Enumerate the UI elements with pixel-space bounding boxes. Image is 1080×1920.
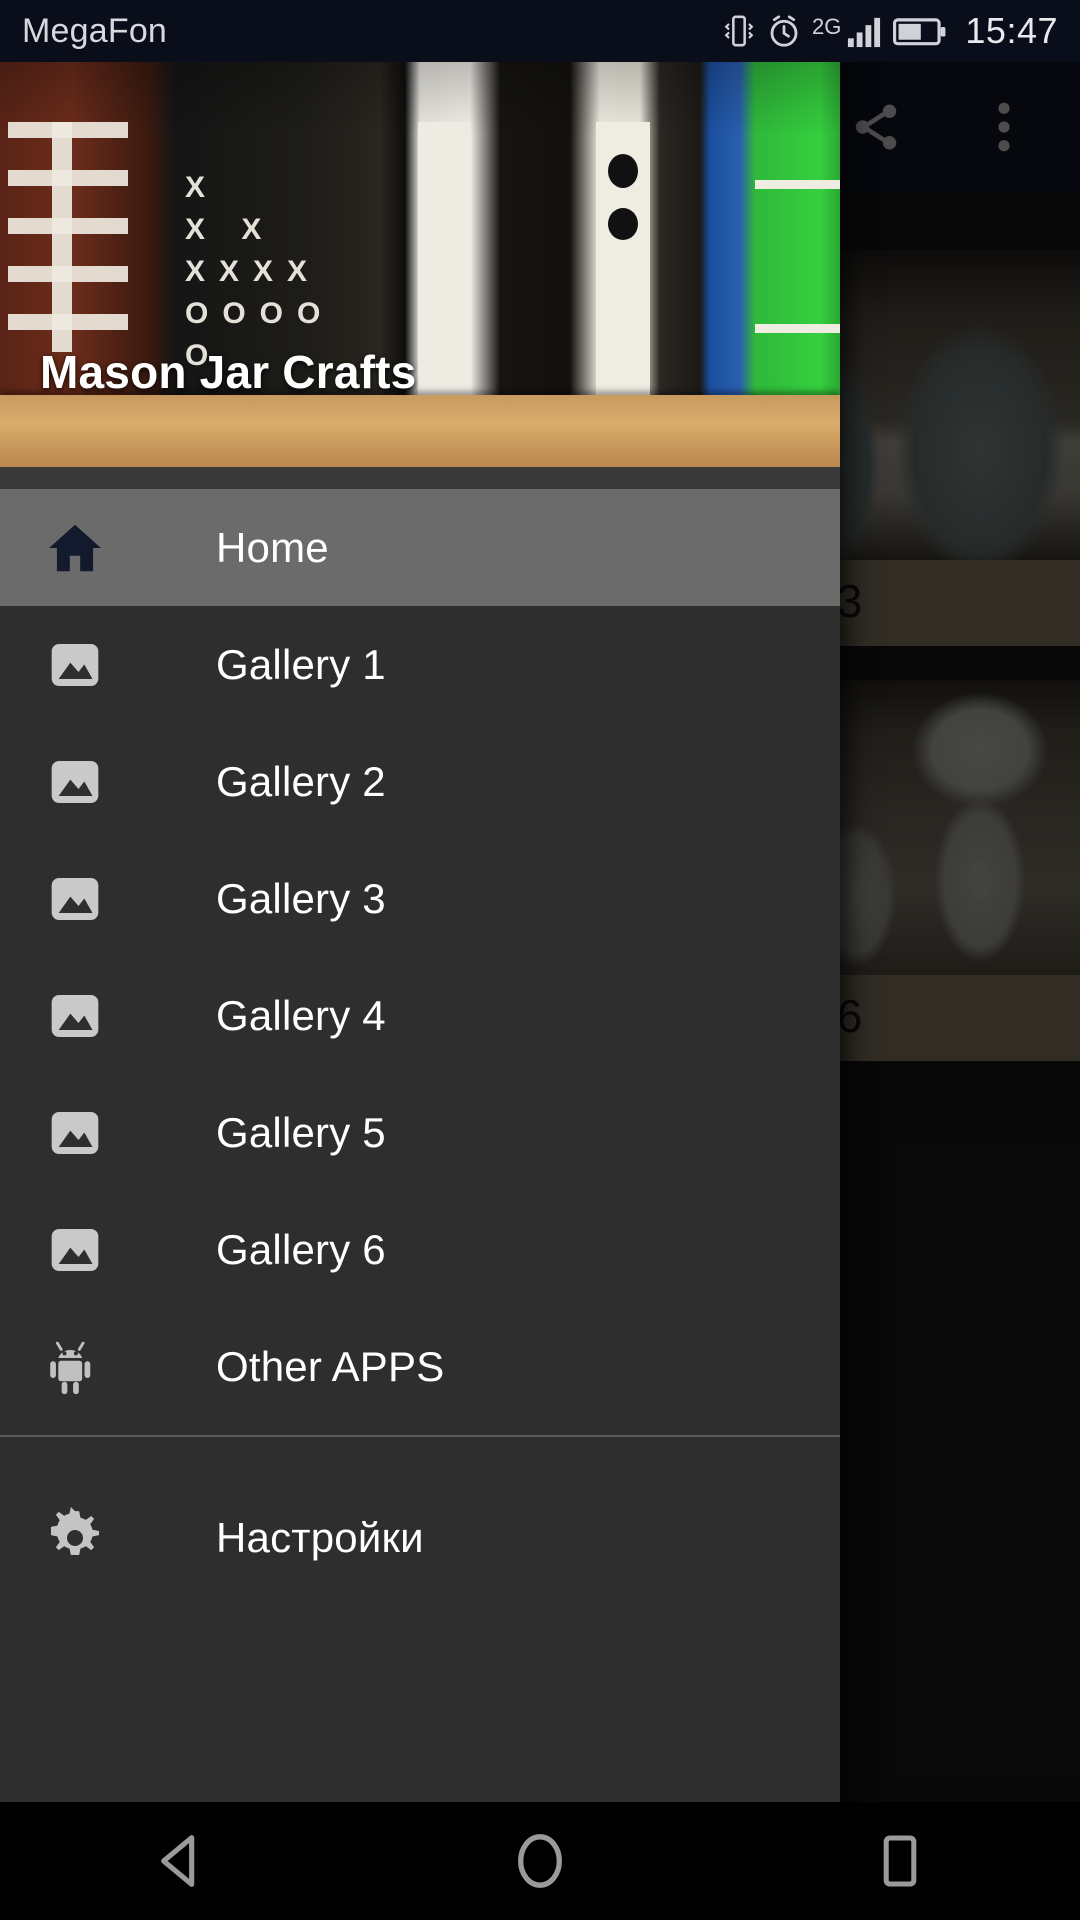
sidebar-item-label: Gallery 2 [216, 757, 386, 805]
android-icon [44, 1336, 106, 1398]
drawer-header: XX X XXXX OOOO O Mason Jar Crafts [0, 62, 840, 467]
sidebar-item-label: Gallery 6 [216, 1225, 386, 1273]
sidebar-item-label: Gallery 3 [216, 874, 386, 922]
sidebar-item-label: Other APPS [216, 1342, 445, 1390]
header-wood-surface [0, 395, 840, 467]
status-bar: MegaFon 2G 15:47 [0, 0, 1080, 62]
clock-label: 15:47 [965, 10, 1058, 51]
image-icon [44, 751, 106, 813]
sidebar-item-other-apps[interactable]: Other APPS [0, 1308, 840, 1425]
image-icon [44, 985, 106, 1047]
drawer-menu-list: Home Gallery 1 Gallery 2 Gallery 3 Galle… [0, 489, 840, 1850]
back-icon[interactable] [100, 1802, 260, 1920]
image-icon [44, 868, 106, 930]
image-icon [44, 1219, 106, 1281]
sidebar-item-label: Gallery 1 [216, 640, 386, 688]
drawer-header-gap [0, 467, 840, 489]
sidebar-item-gallery-3[interactable]: Gallery 3 [0, 840, 840, 957]
sidebar-item-gallery-6[interactable]: Gallery 6 [0, 1191, 840, 1308]
sidebar-item-label: Gallery 4 [216, 991, 386, 1039]
battery-icon [893, 18, 946, 46]
sidebar-item-label: Gallery 5 [216, 1108, 386, 1156]
carrier-label: MegaFon [22, 11, 168, 50]
navigation-drawer: XX X XXXX OOOO O Mason Jar Crafts Home G… [0, 62, 840, 1850]
sidebar-item-home[interactable]: Home [0, 489, 840, 606]
image-icon [44, 1102, 106, 1164]
network-type-label: 2G [812, 14, 842, 39]
sidebar-item-gallery-5[interactable]: Gallery 5 [0, 1074, 840, 1191]
home-circle-icon[interactable] [460, 1802, 620, 1920]
sidebar-item-label: Home [216, 523, 329, 571]
sidebar-item-gallery-1[interactable]: Gallery 1 [0, 606, 840, 723]
sidebar-item-settings[interactable]: Настройки [0, 1479, 840, 1596]
phone-screen: MegaFon 2G 15:47 3 6 X X X XXXX OOOO O M… [0, 0, 1080, 1920]
recents-icon[interactable] [820, 1802, 980, 1920]
sidebar-item-gallery-2[interactable]: Gallery 2 [0, 723, 840, 840]
home-icon [44, 517, 106, 579]
drawer-divider [0, 1435, 840, 1437]
vibrate-icon [724, 15, 754, 47]
alarm-icon [770, 15, 798, 47]
sidebar-item-gallery-4[interactable]: Gallery 4 [0, 957, 840, 1074]
image-icon [44, 634, 106, 696]
signal-bars-icon [848, 17, 881, 48]
system-navigation-bar [0, 1802, 1080, 1920]
gear-icon [44, 1506, 106, 1569]
sidebar-item-label: Настройки [216, 1513, 424, 1561]
drawer-header-title: Mason Jar Crafts [40, 346, 417, 398]
status-icons: 2G 15:47 [722, 10, 1058, 52]
